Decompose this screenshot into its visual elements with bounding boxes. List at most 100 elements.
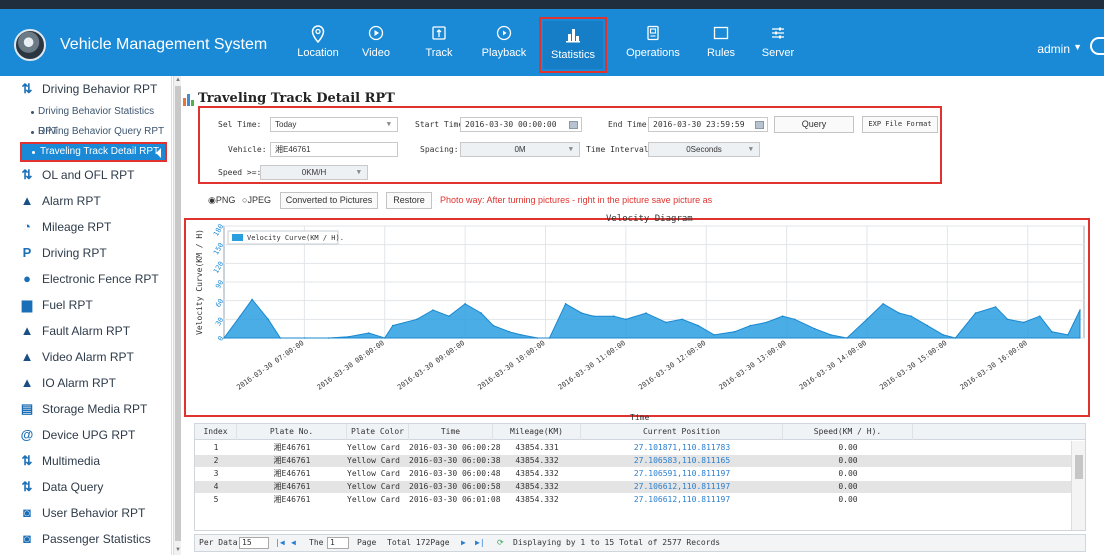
operations-icon bbox=[645, 25, 661, 43]
table-cell: 0.00 bbox=[838, 495, 858, 504]
position-link[interactable]: 27.106591,110.811197 bbox=[581, 468, 783, 480]
sidebar-item-driving[interactable]: P Driving RPT bbox=[0, 240, 171, 266]
vehicle-input[interactable]: 湘E46761 bbox=[270, 142, 398, 157]
next-page-icon[interactable]: ▶ bbox=[461, 538, 466, 547]
power-icon[interactable] bbox=[1090, 37, 1104, 55]
sel-time-select[interactable]: Today ▼ bbox=[270, 117, 398, 132]
nav-location[interactable]: Location bbox=[288, 17, 348, 73]
start-time-input[interactable]: 2016-03-30 00:00:00 bbox=[460, 117, 582, 132]
col-plate-color[interactable]: Plate Color bbox=[347, 424, 409, 440]
position-link[interactable]: 27.106612,110.811197 bbox=[581, 494, 783, 506]
sidebar-subitem-statistics[interactable]: Driving Behavior Statistics RPT bbox=[0, 102, 171, 137]
nav-server[interactable]: Server bbox=[756, 17, 800, 73]
sidebar-item-multimedia[interactable]: ⇅ Multimedia bbox=[0, 448, 171, 474]
table-cell: 湘E46761 bbox=[273, 482, 311, 491]
velocity-point bbox=[765, 321, 768, 324]
exp-file-format-button[interactable]: EXP File Format bbox=[862, 116, 938, 133]
user-menu[interactable]: admin bbox=[1037, 42, 1070, 56]
nav-video[interactable]: Video bbox=[353, 17, 399, 73]
velocity-point bbox=[303, 337, 306, 339]
x-tick-label: 2016-03-30 12:00:00 bbox=[637, 339, 707, 391]
nav-rules[interactable]: Rules bbox=[701, 17, 741, 73]
first-page-icon[interactable]: |◀ bbox=[275, 538, 285, 547]
restore-button[interactable]: Restore bbox=[386, 192, 432, 209]
speed-select[interactable]: 0KM/H ▼ bbox=[260, 165, 368, 180]
scroll-up-icon[interactable]: ▲ bbox=[175, 77, 181, 83]
prev-page-icon[interactable]: ◀ bbox=[291, 538, 296, 547]
top-navbar: Vehicle Management System Location Video… bbox=[0, 9, 1104, 76]
sidebar-item-fuel[interactable]: ▆ Fuel RPT bbox=[0, 292, 171, 318]
sidebar-item-alarm[interactable]: ▲ Alarm RPT bbox=[0, 188, 171, 214]
sidebar-item-data-query[interactable]: ⇅ Data Query bbox=[0, 474, 171, 500]
chevron-down-icon[interactable]: ▼ bbox=[1073, 42, 1082, 52]
time-interval-select[interactable]: 0Seconds ▼ bbox=[648, 142, 760, 157]
calendar-icon[interactable] bbox=[569, 121, 578, 129]
end-time-input[interactable]: 2016-03-30 23:59:59 bbox=[648, 117, 768, 132]
convert-to-pictures-button[interactable]: Converted to Pictures bbox=[280, 192, 378, 209]
table-cell: 湘E46761 bbox=[273, 495, 311, 504]
velocity-point bbox=[813, 327, 816, 330]
table-row[interactable]: 4 湘E46761 Yellow Card 2016-03-30 06:00:58 43… bbox=[195, 481, 1073, 493]
refresh-icon[interactable]: ⟳ bbox=[497, 538, 504, 547]
location-pin-icon bbox=[310, 25, 326, 44]
x-tick-label: 2016-03-30 09:00:00 bbox=[396, 339, 466, 391]
table-cell: 2016-03-30 06:00:38 bbox=[409, 456, 501, 465]
per-data-select[interactable]: 15 bbox=[239, 537, 269, 549]
warning-triangle-icon: ▲ bbox=[20, 193, 34, 208]
spacing-select[interactable]: 0M ▼ bbox=[460, 142, 580, 157]
sidebar-item-mileage[interactable]: ◔ Mileage RPT bbox=[0, 214, 171, 240]
scroll-down-icon[interactable]: ▼ bbox=[175, 547, 181, 553]
nav-track[interactable]: Track bbox=[416, 17, 462, 73]
sidebar-subitem-traveling-track[interactable]: Traveling Track Detail RPT bbox=[20, 142, 167, 162]
storage-icon: ▤ bbox=[20, 401, 34, 416]
calendar-icon[interactable] bbox=[755, 121, 764, 129]
export-hint: Photo way: After turning pictures - righ… bbox=[440, 195, 713, 205]
col-mileage[interactable]: Mileage(KM) bbox=[493, 424, 581, 440]
sidebar-item-driving-behavior[interactable]: ⇅ Driving Behavior RPT bbox=[0, 76, 171, 102]
col-plate-no[interactable]: Plate No. bbox=[237, 424, 347, 440]
sidebar-item-storage-media[interactable]: ▤ Storage Media RPT bbox=[0, 396, 171, 422]
sidebar-scrollbar[interactable]: ▲ ▼ bbox=[173, 76, 181, 555]
sidebar-item-user-behavior[interactable]: ◙ User Behavior RPT bbox=[0, 500, 171, 526]
position-link[interactable]: 27.106583,110.811165 bbox=[581, 455, 783, 467]
velocity-point bbox=[994, 306, 997, 308]
col-position[interactable]: Current Position bbox=[581, 424, 783, 440]
track-icon bbox=[431, 25, 447, 43]
sidebar-subitem-query[interactable]: Driving Behavior Query RPT bbox=[0, 122, 171, 142]
sidebar-item-ol-ofl[interactable]: ⇅ OL and OFL RPT bbox=[0, 162, 171, 188]
scrollbar-thumb[interactable] bbox=[175, 86, 181, 541]
table-row[interactable]: 5 湘E46761 Yellow Card 2016-03-30 06:01:08 43… bbox=[195, 494, 1073, 506]
nav-operations[interactable]: Operations bbox=[620, 17, 686, 73]
table-row[interactable]: 3 湘E46761 Yellow Card 2016-03-30 06:00:48 43… bbox=[195, 468, 1073, 480]
sidebar-item-io-alarm[interactable]: ▲ IO Alarm RPT bbox=[0, 370, 171, 396]
sidebar-item-device-upg[interactable]: @ Device UPG RPT bbox=[0, 422, 171, 448]
last-page-icon[interactable]: ▶| bbox=[475, 538, 485, 547]
position-link[interactable]: 27.106612,110.811197 bbox=[581, 481, 783, 493]
position-link[interactable]: 27.101871,110.811783 bbox=[581, 442, 783, 454]
nav-statistics-label: Statistics bbox=[550, 49, 595, 61]
sidebar-item-electronic-fence[interactable]: ● Electronic Fence RPT bbox=[0, 266, 171, 292]
velocity-point bbox=[733, 331, 736, 333]
x-tick-label: 2016-03-30 14:00:00 bbox=[798, 339, 868, 391]
scrollbar-thumb[interactable] bbox=[1075, 455, 1083, 479]
rules-icon bbox=[713, 25, 729, 43]
table-row[interactable]: 1 湘E46761 Yellow Card 2016-03-30 06:00:28 43… bbox=[195, 442, 1073, 454]
jpeg-radio[interactable]: ○JPEG bbox=[242, 195, 271, 205]
col-speed[interactable]: Speed(KM / H). bbox=[783, 424, 913, 440]
nav-statistics[interactable]: Statistics bbox=[539, 17, 607, 73]
nav-playback[interactable]: Playback bbox=[476, 17, 532, 73]
query-button[interactable]: Query bbox=[774, 116, 854, 133]
velocity-point bbox=[367, 332, 370, 334]
sidebar-item-fault-alarm[interactable]: ▲ Fault Alarm RPT bbox=[0, 318, 171, 344]
table-row[interactable]: 2 湘E46761 Yellow Card 2016-03-30 06:00:38 43… bbox=[195, 455, 1073, 467]
nav-playback-label: Playback bbox=[481, 47, 527, 59]
sidebar-item-video-alarm[interactable]: ▲ Video Alarm RPT bbox=[0, 344, 171, 370]
col-time[interactable]: Time bbox=[409, 424, 493, 440]
velocity-point bbox=[830, 334, 832, 336]
page-number-input[interactable]: 1 bbox=[327, 537, 349, 549]
pagination-bar: Per Data 15 |◀ ◀ The 1 Page Total 172Pag… bbox=[194, 534, 1086, 552]
col-index[interactable]: Index bbox=[195, 424, 237, 440]
png-radio[interactable]: ◉PNG bbox=[208, 195, 235, 206]
table-scrollbar[interactable] bbox=[1071, 441, 1085, 530]
sidebar-item-passenger-statistics[interactable]: ◙Passenger Statistics RPT bbox=[0, 526, 171, 552]
